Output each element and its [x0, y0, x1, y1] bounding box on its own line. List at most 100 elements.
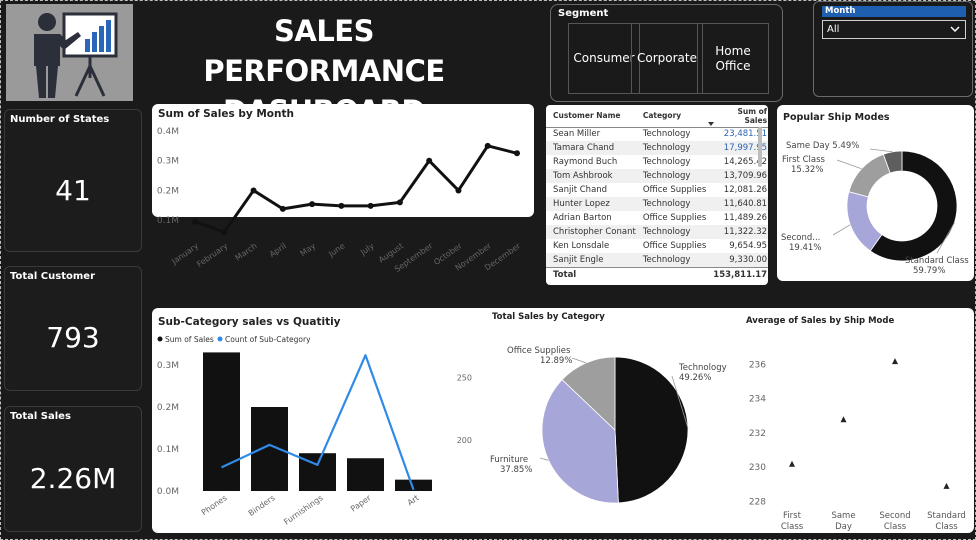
- x-tick-label: June: [326, 241, 346, 259]
- subcategory-combo-chart: Sum of Sales Count of Sub-Category 0.0M 0.1…: [157, 335, 472, 527]
- pie-label: Same Day 5.49%: [786, 141, 859, 151]
- table-row[interactable]: Ken Lonsdale Office Supplies 9,654.95: [546, 239, 768, 253]
- pie-label-pct: 19.41%: [789, 243, 821, 253]
- pie-label: Technology: [678, 363, 727, 373]
- sales-by-month-line-chart: 0.1M0.2M0.3M0.4MJanuaryFebruary March Apri…: [157, 127, 523, 274]
- y-tick-label: 0.2M: [157, 403, 179, 413]
- x-tick-label: February: [195, 241, 229, 269]
- table-cell-sales: 11,489.26: [723, 213, 768, 223]
- y-tick-label: 232: [749, 429, 766, 439]
- x-tick-label-line2: Class: [884, 522, 907, 532]
- table-cell-category: Technology: [635, 225, 707, 239]
- x-tick-label: May: [299, 241, 318, 258]
- table-row[interactable]: Tom Ashbrook Technology 13,709.96: [546, 169, 768, 183]
- table-scrollbar[interactable]: [758, 127, 762, 167]
- kpi-states-value: 41: [55, 174, 91, 207]
- table-cell-sales: 11,322.32: [706, 225, 768, 239]
- table-cell-customer: Christopher Conant: [546, 225, 636, 239]
- table-cell-customer: Hunter Lopez: [546, 197, 636, 211]
- table-cell-sales: 9,330.00: [706, 253, 768, 267]
- table-row[interactable]: Hunter Lopez Technology 11,640.81: [546, 197, 768, 211]
- table-header-category[interactable]: Category: [635, 105, 707, 128]
- segment-option-home-office[interactable]: Home Office: [697, 23, 769, 94]
- table-row[interactable]: Christopher Conant Technology 11,322.32: [546, 225, 768, 239]
- table-row[interactable]: Sean Miller Technology 23,481.51: [546, 127, 768, 141]
- bar-sum-of-sales: [203, 352, 240, 491]
- line-point: [455, 187, 462, 194]
- x-tick-label-line1: Second: [879, 511, 910, 521]
- segment-slicer: Segment Consumer Corporate Home Office: [550, 4, 783, 102]
- legend-swatch-count: [217, 336, 223, 342]
- pie-leader-line: [836, 159, 862, 170]
- x-tick-label: July: [358, 241, 376, 257]
- pie-slice: [614, 356, 689, 504]
- table-row[interactable]: Sanjit Engle Technology 9,330.00: [546, 253, 768, 267]
- table-header-row: Customer Name Category Sum of Sales: [546, 105, 768, 128]
- y2-tick-label: 200: [457, 436, 472, 445]
- y-tick-label: 230: [749, 463, 766, 473]
- table-total-empty: [635, 266, 707, 283]
- table-cell-customer: Sean Miller: [553, 129, 601, 140]
- line-point: [221, 229, 228, 236]
- chevron-down-icon: [949, 21, 961, 44]
- pie-leader-line: [832, 224, 851, 236]
- pie-slice: [848, 153, 891, 198]
- table-cell-category: Technology: [635, 169, 707, 183]
- table-total-row: Total 153,811.17: [546, 266, 768, 283]
- table-cell-customer: Ken Lonsdale: [553, 241, 610, 251]
- y-tick-label: 0.1M: [157, 216, 179, 226]
- kpi-customers-label: Total Customer: [10, 271, 95, 282]
- segment-option-consumer[interactable]: Consumer: [568, 23, 640, 94]
- table-header-customer[interactable]: Customer Name: [546, 105, 636, 128]
- y-tick-label: 0.2M: [157, 186, 179, 196]
- kpi-sales-value: 2.26M: [29, 462, 117, 495]
- pie-label-pct: 49.26%: [679, 373, 711, 383]
- bar-sum-of-sales: [347, 458, 384, 491]
- customer-table-grid: Customer Name Category Sum of Sales Sean…: [546, 105, 768, 283]
- month-dropdown[interactable]: All: [822, 20, 966, 39]
- bar-sum-of-sales: [251, 407, 288, 491]
- presenter-chart-icon: [6, 4, 133, 101]
- table-cell-customer: Raymond Buch: [553, 157, 618, 167]
- x-tick-label: Phones: [200, 493, 229, 517]
- pie-label: Second...: [781, 233, 820, 243]
- y-tick-label: 234: [749, 395, 766, 405]
- x-tick-label: April: [268, 241, 288, 259]
- segment-option-home-office-label: Home Office: [715, 43, 751, 73]
- kpi-card-customers: Total Customer 793: [4, 266, 142, 391]
- table-cell-category: Technology: [642, 157, 691, 167]
- y2-tick-label: 250: [457, 374, 472, 383]
- y-tick-label: 0.0M: [157, 487, 179, 497]
- x-tick-label: Art: [406, 493, 421, 507]
- table-cell-category: Office Supplies: [642, 213, 707, 223]
- legend-label-sales: Sum of Sales: [165, 335, 214, 344]
- x-tick-label-line2: Class: [935, 522, 958, 532]
- table-row[interactable]: Raymond Buch Technology 14,265.42: [546, 155, 768, 169]
- table-cell-category: Office Supplies: [642, 185, 707, 195]
- legend-swatch-sales: [157, 336, 163, 342]
- month-dropdown-value: All: [827, 24, 840, 35]
- table-row[interactable]: Tamara Chand Technology 17,997.95: [546, 141, 768, 155]
- kpi-card-sales: Total Sales 2.26M: [4, 406, 142, 532]
- pie-label-pct: 37.85%: [500, 465, 532, 475]
- table-row[interactable]: Sanjit Chand Office Supplies 12,081.26: [546, 183, 768, 197]
- pie-label-pct: 15.32%: [791, 165, 823, 175]
- table-cell-category: Technology: [635, 141, 707, 155]
- line-point: [279, 205, 286, 212]
- dashboard-canvas: SALES PERFORMANCE DASHBOARD Segment Cons…: [0, 0, 976, 540]
- table-cell-customer: Sanjit Engle: [546, 253, 636, 267]
- customer-sales-table: Customer Name Category Sum of Sales Sean…: [546, 105, 768, 285]
- table-row[interactable]: Adrian Barton Office Supplies 11,489.26: [546, 211, 768, 225]
- pie-leader-line: [869, 148, 893, 153]
- table-cell-sales: 12,081.26: [723, 185, 768, 195]
- line-point: [367, 202, 374, 209]
- pie-label-pct: 59.79%: [913, 266, 945, 276]
- scatter-marker-triangle: [943, 482, 950, 489]
- sort-desc-icon[interactable]: [706, 121, 716, 127]
- line-point: [484, 142, 491, 149]
- table-cell-sales: 11,640.81: [706, 197, 768, 211]
- month-slicer: Month All: [813, 1, 973, 97]
- table-cell-sales: 9,654.95: [729, 241, 768, 251]
- segment-option-corporate[interactable]: Corporate: [631, 23, 703, 94]
- pie-label: Furniture: [490, 455, 528, 465]
